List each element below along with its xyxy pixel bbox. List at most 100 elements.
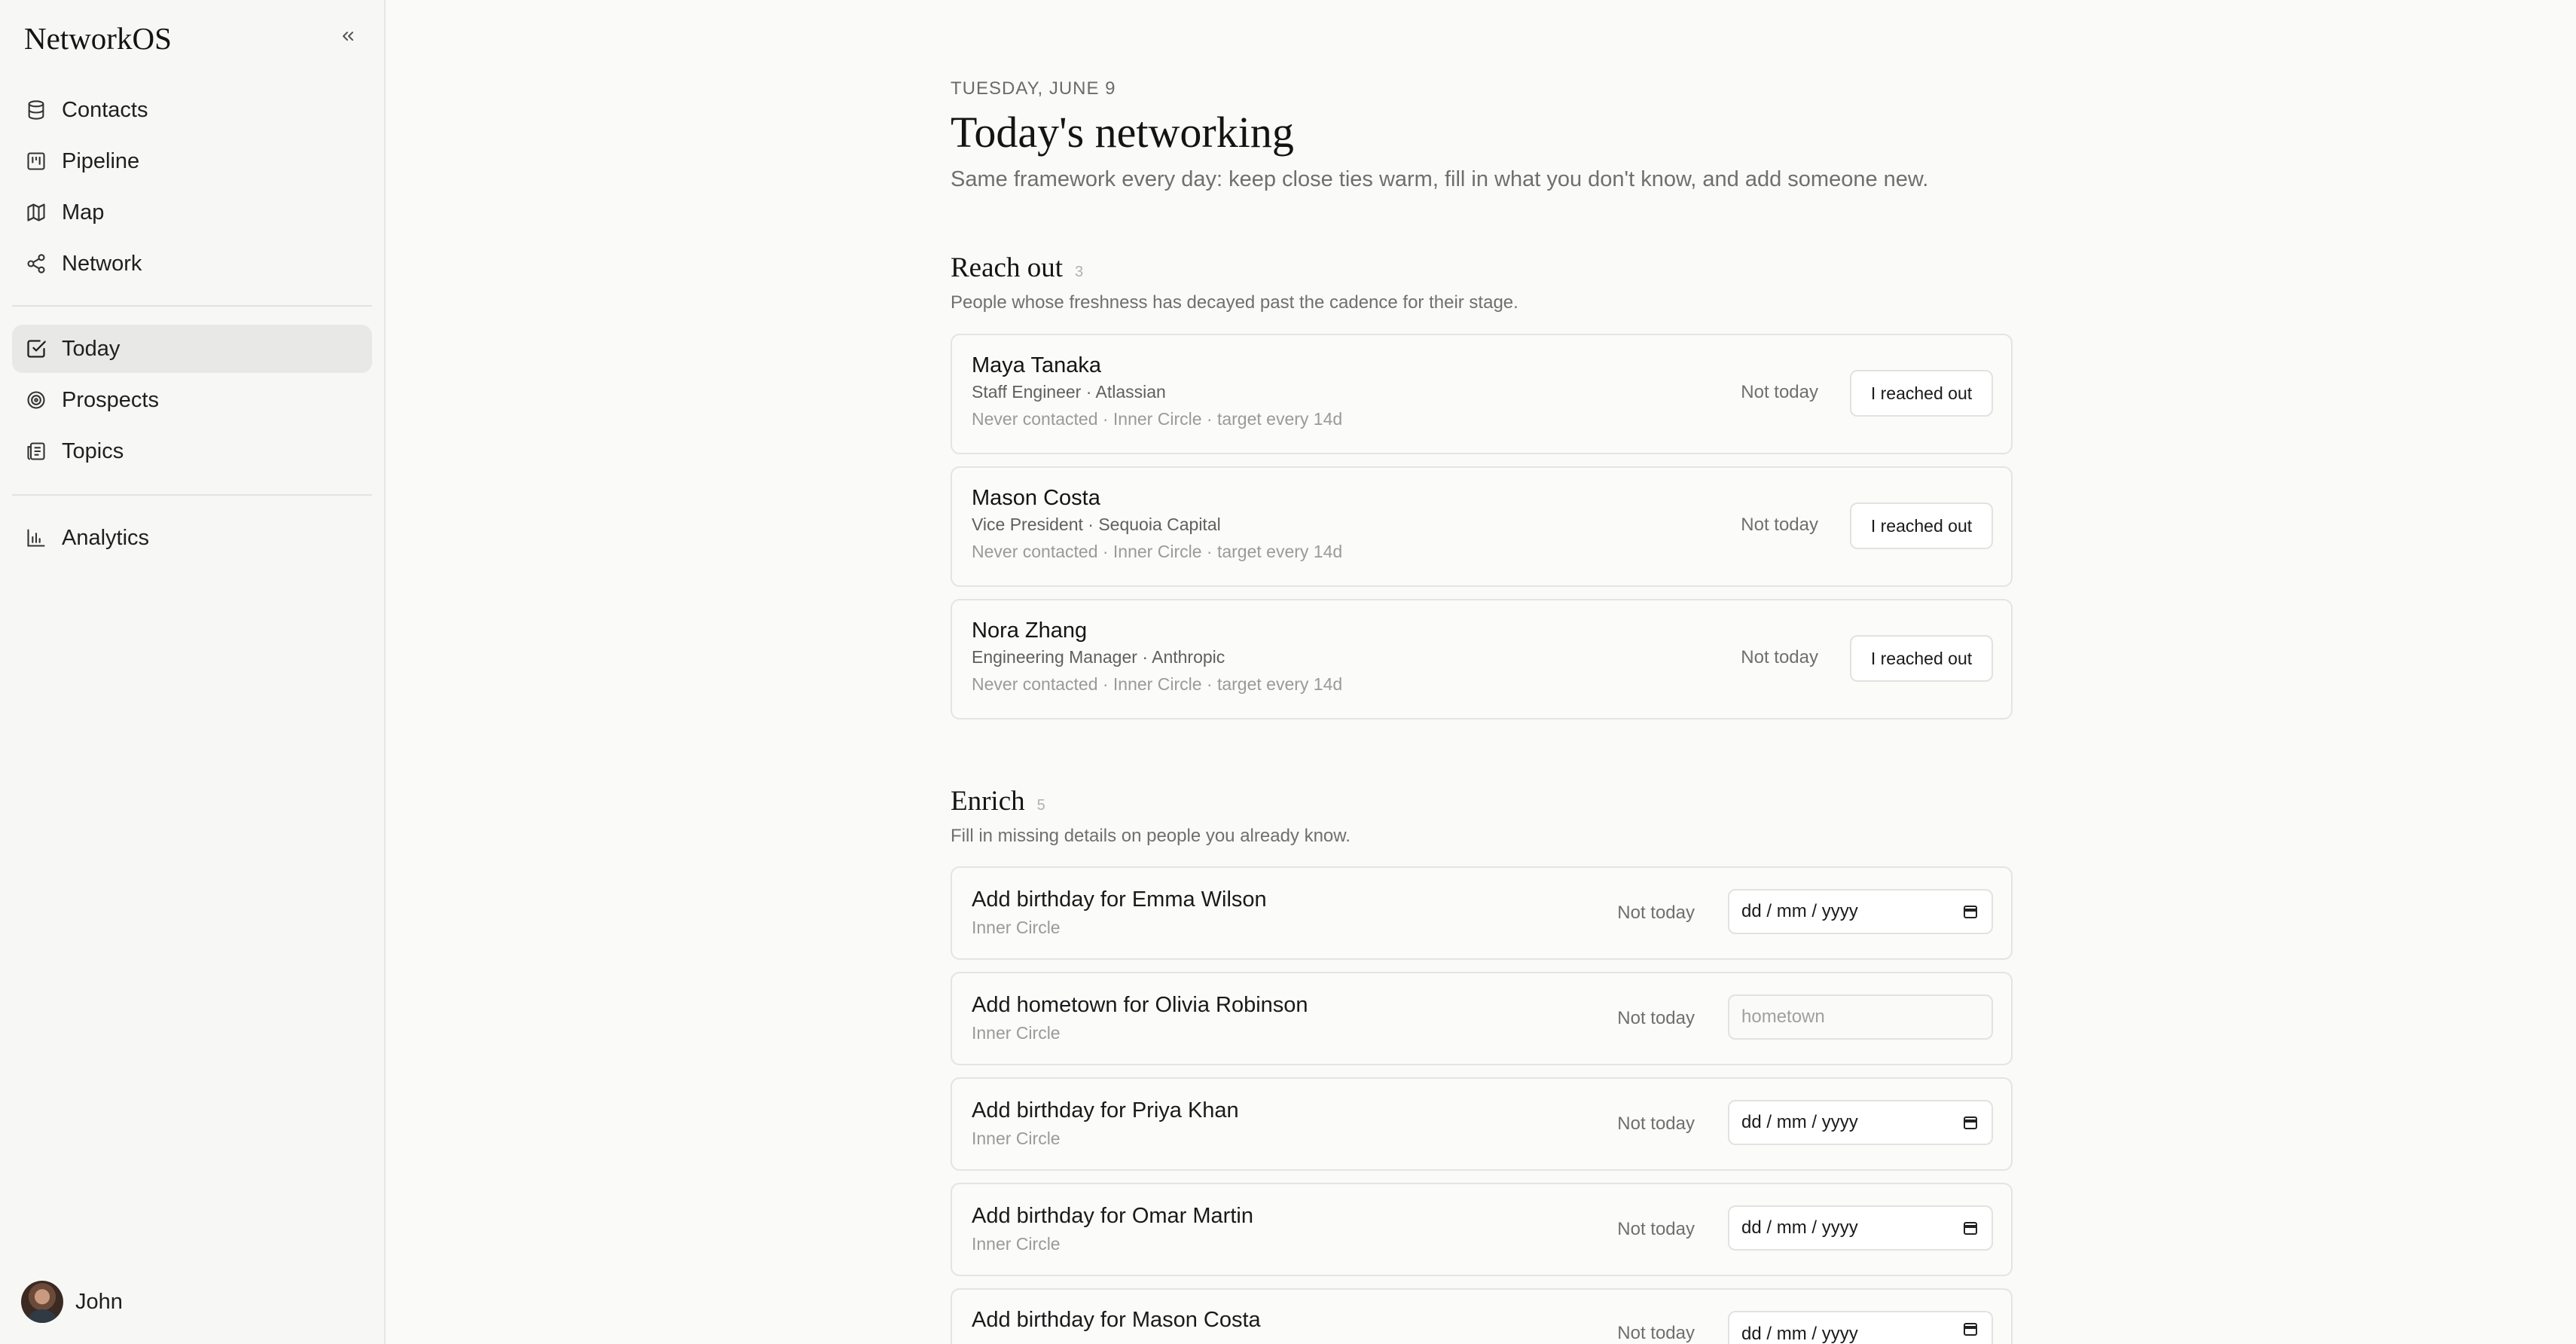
task-contact-name: Emma Wilson (1131, 887, 1267, 912)
date-input-value: dd / mm / yyyy (1741, 1324, 1858, 1344)
user-name: John (75, 1289, 123, 1314)
contact-name[interactable]: Maya Tanaka (972, 353, 1101, 378)
calendar-icon[interactable] (1961, 1219, 1979, 1237)
sidebar: NetworkOS Contacts Pipeline Map Network … (0, 0, 386, 1344)
target-icon (24, 388, 48, 412)
reach-out-card: Maya Tanaka Staff Engineer · Atlassian N… (951, 334, 2013, 454)
contact-role: Vice President · Sequoia Capital (972, 515, 1221, 534)
sidebar-item-label: Analytics (62, 525, 150, 550)
collapse-sidebar-button[interactable] (334, 23, 362, 50)
main-content: TUESDAY, JUNE 9 Today's networking Same … (387, 0, 2576, 1344)
task-contact-name: Mason Costa (1131, 1308, 1261, 1332)
calendar-icon[interactable] (1961, 903, 1979, 921)
sidebar-item-label: Network (62, 251, 142, 276)
sidebar-item-label: Contacts (62, 97, 148, 122)
not-today-button[interactable]: Not today (1741, 515, 1818, 536)
hometown-input[interactable]: hometown (1728, 994, 1993, 1040)
enrich-task-title: Add birthday for Priya Khan (972, 1098, 1239, 1123)
task-contact-name: Omar Martin (1131, 1204, 1253, 1228)
database-icon (24, 98, 48, 122)
task-prefix: Add (972, 1308, 1017, 1332)
sidebar-item-label: Pipeline (62, 148, 140, 173)
task-mid: for (1094, 1308, 1132, 1332)
sidebar-item-analytics[interactable]: Analytics (12, 514, 372, 562)
nav-group-main: Contacts Pipeline Map Network (12, 86, 372, 291)
section-heading: Enrich (951, 786, 1025, 817)
task-prefix: Add (972, 1204, 1017, 1228)
date-input-value: dd / mm / yyyy (1741, 1112, 1858, 1132)
date-input-value: dd / mm / yyyy (1741, 901, 1858, 921)
task-mid: for (1117, 993, 1155, 1017)
share-nodes-icon (24, 252, 48, 276)
not-today-button[interactable]: Not today (1617, 1113, 1695, 1135)
reached-out-button[interactable]: I reached out (1850, 370, 1993, 417)
enrich-card: Add birthday for Priya Khan Inner Circle… (951, 1077, 2013, 1171)
contact-tier: Inner Circle (972, 1129, 1061, 1148)
calendar-icon[interactable] (1961, 1320, 1979, 1338)
task-field: hometown (1016, 993, 1118, 1017)
sidebar-item-today[interactable]: Today (12, 325, 372, 373)
task-field: birthday (1016, 1308, 1094, 1332)
not-today-button[interactable]: Not today (1617, 1008, 1695, 1029)
not-today-button[interactable]: Not today (1741, 647, 1818, 668)
task-prefix: Add (972, 993, 1017, 1017)
sidebar-item-label: Map (62, 200, 105, 225)
task-field: birthday (1016, 1098, 1094, 1123)
enrich-card: Add hometown for Olivia Robinson Inner C… (951, 972, 2013, 1065)
enrich-card: Add birthday for Omar Martin Inner Circl… (951, 1183, 2013, 1276)
section-title-enrich: Enrich 5 (951, 785, 1045, 817)
task-mid: for (1094, 1204, 1132, 1228)
task-prefix: Add (972, 1098, 1017, 1123)
chevrons-left-icon (343, 32, 353, 41)
contact-tier: Inner Circle (972, 1234, 1061, 1254)
contact-role: Engineering Manager · Anthropic (972, 647, 1225, 667)
section-heading: Reach out (951, 252, 1063, 283)
user-profile[interactable]: John (21, 1281, 123, 1323)
sidebar-item-topics[interactable]: Topics (12, 427, 372, 475)
reach-out-card: Mason Costa Vice President · Sequoia Cap… (951, 466, 2013, 587)
not-today-button[interactable]: Not today (1741, 382, 1818, 403)
sidebar-item-prospects[interactable]: Prospects (12, 376, 372, 424)
sidebar-item-map[interactable]: Map (12, 188, 372, 237)
section-description: People whose freshness has decayed past … (951, 292, 1518, 313)
reached-out-button[interactable]: I reached out (1850, 502, 1993, 549)
task-contact-name: Olivia Robinson (1155, 993, 1308, 1017)
sidebar-item-network[interactable]: Network (12, 240, 372, 288)
calendar-icon[interactable] (1961, 1113, 1979, 1132)
not-today-button[interactable]: Not today (1617, 903, 1695, 924)
task-prefix: Add (972, 887, 1017, 912)
nav-group-insights: Analytics (12, 514, 372, 565)
not-today-button[interactable]: Not today (1617, 1219, 1695, 1240)
contact-tier: Inner Circle (972, 918, 1061, 937)
page-subtitle: Same framework every day: keep close tie… (951, 167, 1929, 191)
page-date: TUESDAY, JUNE 9 (951, 78, 1116, 99)
not-today-button[interactable]: Not today (1617, 1323, 1695, 1344)
birthday-date-input[interactable]: dd / mm / yyyy (1728, 1311, 1993, 1344)
nav-group-daily: Today Prospects Topics (12, 325, 372, 478)
bar-chart-icon (24, 526, 48, 550)
section-description: Fill in missing details on people you al… (951, 826, 1351, 846)
nav-divider (12, 494, 372, 496)
sidebar-item-pipeline[interactable]: Pipeline (12, 137, 372, 185)
kanban-icon (24, 149, 48, 173)
map-icon (24, 200, 48, 225)
sidebar-item-label: Prospects (62, 387, 159, 412)
reached-out-button[interactable]: I reached out (1850, 635, 1993, 682)
section-count: 5 (1036, 797, 1045, 814)
nav-divider (12, 305, 372, 307)
newspaper-icon (24, 439, 48, 463)
enrich-task-title: Add birthday for Emma Wilson (972, 887, 1267, 912)
enrich-task-title: Add hometown for Olivia Robinson (972, 993, 1308, 1018)
contact-name[interactable]: Nora Zhang (972, 619, 1087, 643)
contact-role: Staff Engineer · Atlassian (972, 382, 1166, 402)
birthday-date-input[interactable]: dd / mm / yyyy (1728, 1100, 1993, 1145)
sidebar-item-contacts[interactable]: Contacts (12, 86, 372, 134)
contact-name[interactable]: Mason Costa (972, 486, 1100, 511)
enrich-task-title: Add birthday for Omar Martin (972, 1204, 1253, 1229)
birthday-date-input[interactable]: dd / mm / yyyy (1728, 1205, 1993, 1251)
birthday-date-input[interactable]: dd / mm / yyyy (1728, 889, 1993, 934)
section-title-reach-out: Reach out 3 (951, 252, 1083, 284)
sidebar-item-label: Today (62, 336, 121, 361)
enrich-card: Add birthday for Emma Wilson Inner Circl… (951, 866, 2013, 960)
date-input-value: dd / mm / yyyy (1741, 1217, 1858, 1238)
